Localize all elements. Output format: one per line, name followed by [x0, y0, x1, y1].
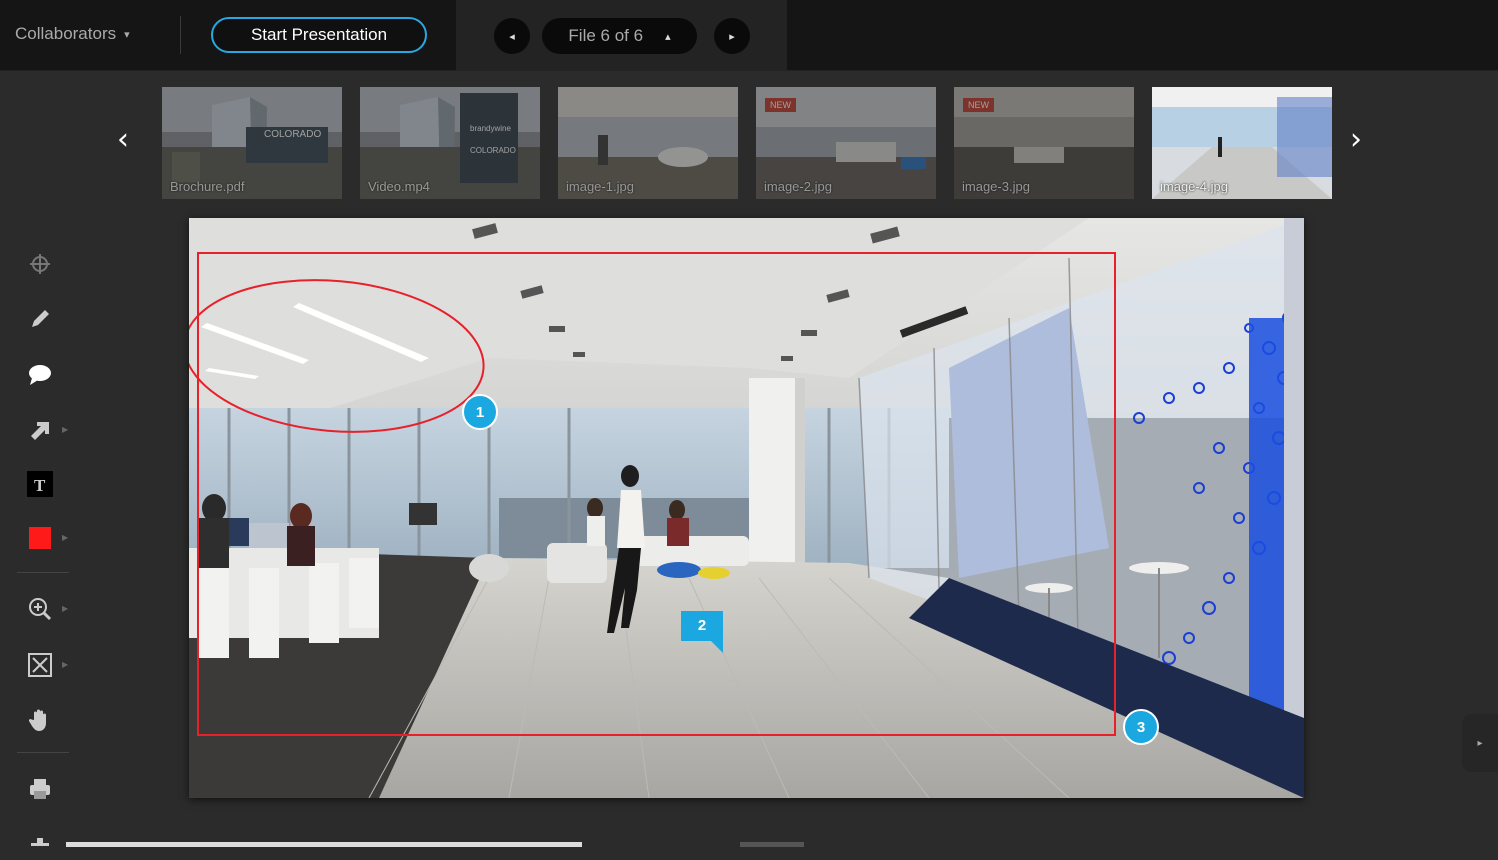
- pencil-tool[interactable]: [22, 301, 58, 337]
- scrollbar-thumb[interactable]: [740, 842, 804, 847]
- annotation-toolbar: ▶ T ▶ ▶ ▶: [0, 218, 80, 847]
- annotation-marker-1[interactable]: 1: [462, 394, 498, 430]
- collaborators-label: Collaborators: [15, 24, 117, 43]
- submenu-caret-icon: ▶: [62, 660, 69, 669]
- download-icon: [31, 838, 49, 846]
- comment-tool[interactable]: [22, 357, 58, 393]
- file-indicator: File 6 of 6: [568, 26, 644, 45]
- thumbnail-label: image-1.jpg: [566, 179, 634, 194]
- annotation-marker-3[interactable]: 3: [1123, 709, 1159, 745]
- submenu-caret-icon: ▶: [62, 604, 69, 613]
- fit-tool[interactable]: ▶: [22, 647, 68, 683]
- submenu-caret-icon: ▶: [62, 533, 69, 542]
- next-file-button[interactable]: ▸: [714, 18, 750, 54]
- print-icon: [30, 779, 50, 799]
- new-badge: NEW: [963, 98, 994, 112]
- chevron-right-icon: ▸: [1477, 737, 1483, 749]
- scrollbar[interactable]: [66, 842, 582, 847]
- fit-icon: [28, 653, 52, 677]
- chevron-right-icon: ▸: [729, 30, 735, 43]
- thumbnail-image-3[interactable]: NEW image-3.jpg: [954, 87, 1134, 199]
- color-tool[interactable]: ▶: [22, 520, 68, 556]
- pan-tool[interactable]: [22, 702, 58, 738]
- thumbnail-video[interactable]: brandywine COLORADO Video.mp4: [360, 87, 540, 199]
- text-icon: T: [27, 471, 53, 497]
- comment-icon: [29, 365, 51, 385]
- submenu-caret-icon: ▶: [62, 425, 69, 434]
- collaborators-dropdown[interactable]: Collaborators ▾: [15, 24, 130, 44]
- crosshair-tool[interactable]: [22, 246, 58, 282]
- crosshair-icon: [30, 254, 50, 274]
- svg-text:COLORADO: COLORADO: [264, 129, 321, 140]
- chevron-up-icon: ▴: [665, 30, 671, 43]
- thumbnail-image-4[interactable]: image-4.jpg: [1152, 87, 1332, 199]
- thumbnail-label: image-3.jpg: [962, 179, 1030, 194]
- thumbnail-image-2[interactable]: NEW image-2.jpg: [756, 87, 936, 199]
- document-viewer[interactable]: 1 2 3: [189, 218, 1304, 798]
- strip-left-arrow-icon[interactable]: ‹: [117, 122, 129, 157]
- new-badge: NEW: [765, 98, 796, 112]
- thumbnail-label: image-4.jpg: [1160, 179, 1228, 194]
- zoom-tool[interactable]: ▶: [22, 591, 68, 627]
- annotation-marker-2[interactable]: 2: [681, 611, 723, 653]
- arrow-icon: [31, 422, 49, 440]
- thumbnail-label: image-2.jpg: [764, 179, 832, 194]
- color-icon: [29, 527, 51, 549]
- print-tool[interactable]: [22, 771, 58, 807]
- thumbnail-strip: ‹ COLORADO Brochure.pdf brandywine COLOR…: [0, 72, 1498, 218]
- toolbar-divider: [17, 752, 69, 753]
- thumbnail-brochure[interactable]: COLORADO Brochure.pdf: [162, 87, 342, 199]
- text-tool[interactable]: T: [22, 466, 58, 502]
- top-toolbar: Collaborators ▾ Start Presentation ◂ Fil…: [0, 0, 1498, 71]
- arrow-tool[interactable]: ▶: [22, 412, 68, 448]
- file-selector[interactable]: File 6 of 6 ▴: [542, 18, 697, 54]
- thumbnail-image-1[interactable]: image-1.jpg: [558, 87, 738, 199]
- strip-right-arrow-icon[interactable]: ›: [1350, 122, 1362, 157]
- start-presentation-button[interactable]: Start Presentation: [211, 17, 427, 53]
- pencil-icon: [32, 310, 49, 327]
- chevron-down-icon: ▾: [124, 28, 130, 41]
- side-panel-toggle[interactable]: ▸: [1462, 714, 1498, 772]
- zoom-in-icon: [29, 598, 52, 621]
- thumbnail-label: Video.mp4: [368, 179, 430, 194]
- toolbar-divider: [180, 16, 181, 54]
- thumbnail-label: Brochure.pdf: [170, 179, 245, 194]
- svg-text:COLORADO: COLORADO: [470, 146, 516, 155]
- toolbar-divider: [17, 572, 69, 573]
- file-navigator: ◂ File 6 of 6 ▴ ▸: [456, 0, 787, 71]
- annotation-marker-2-label: 2: [697, 617, 707, 634]
- chevron-left-icon: ◂: [509, 30, 515, 43]
- svg-text:T: T: [34, 476, 46, 495]
- download-tool[interactable]: [22, 824, 58, 860]
- hand-icon: [29, 709, 46, 731]
- svg-text:brandywine: brandywine: [470, 124, 511, 133]
- previous-file-button[interactable]: ◂: [494, 18, 530, 54]
